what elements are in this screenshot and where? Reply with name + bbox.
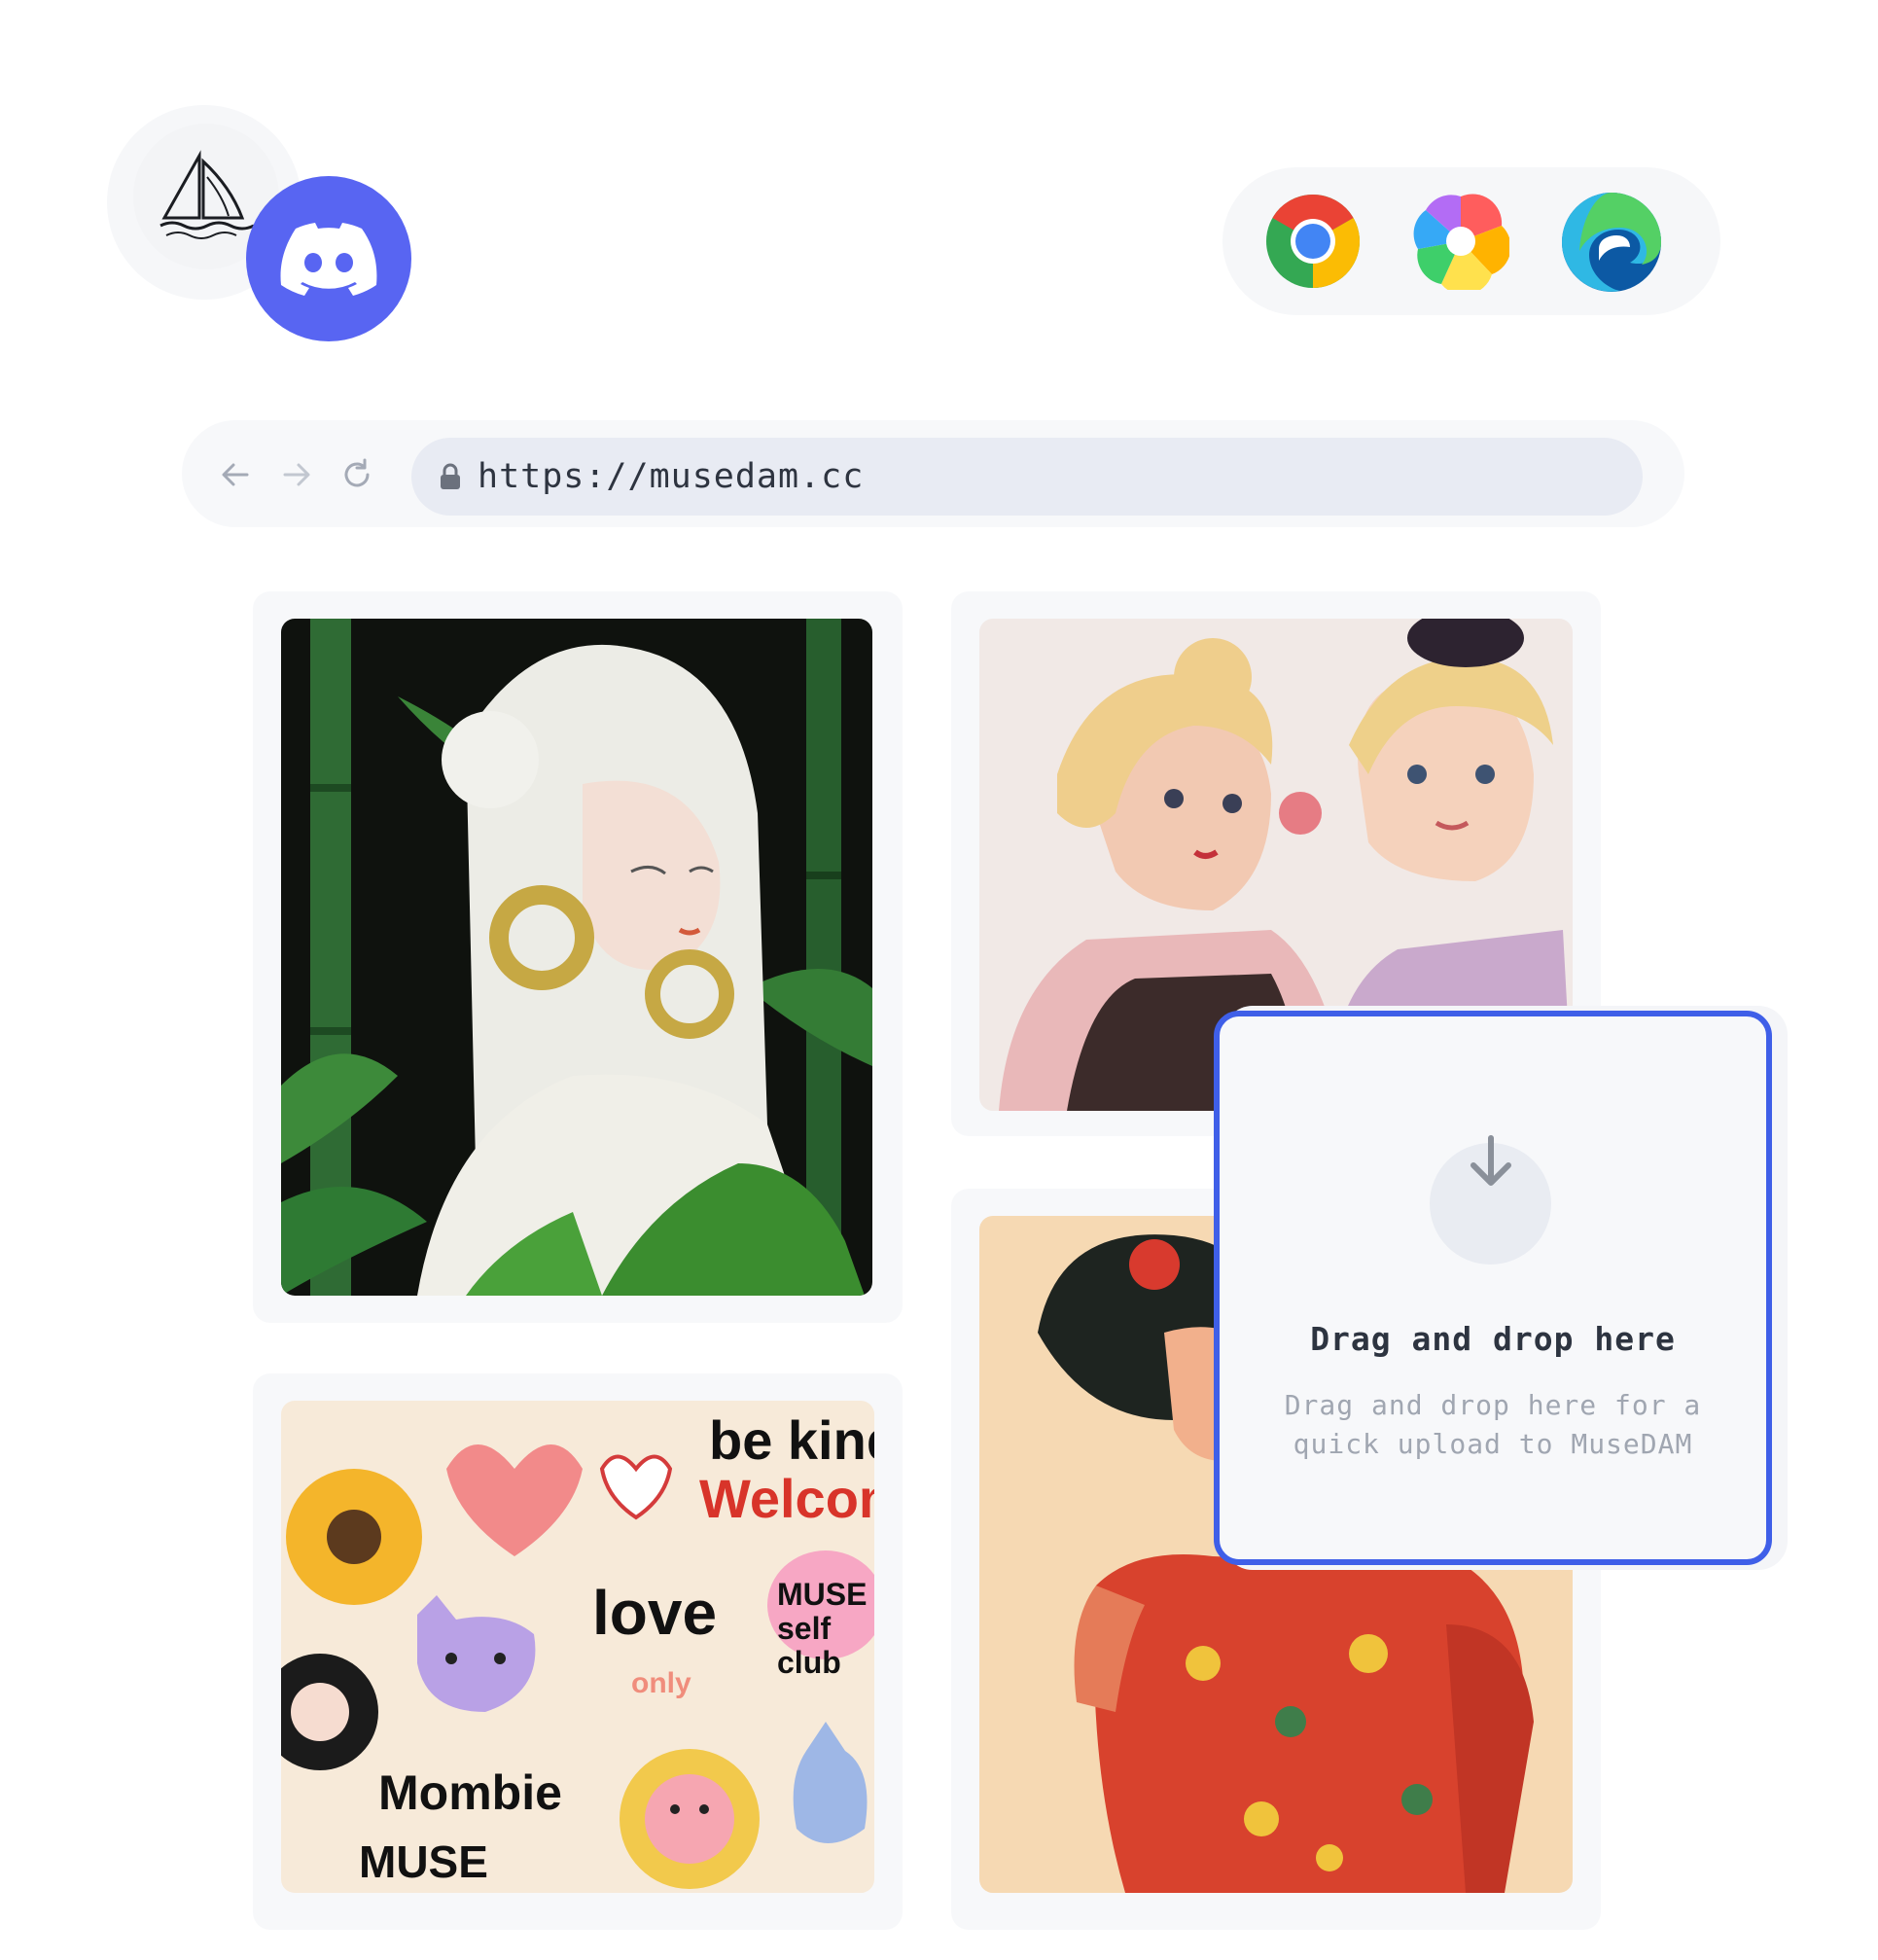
bamboo-woman-illustration	[281, 619, 872, 1296]
svg-text:MUSE: MUSE	[777, 1577, 867, 1612]
sailboat-icon	[159, 150, 255, 239]
discord-app[interactable]	[246, 176, 411, 341]
svg-text:be kind: be kind	[709, 1409, 874, 1471]
url-field[interactable]: https://musedam.cc	[411, 438, 1643, 516]
svg-text:love: love	[592, 1578, 717, 1648]
edge-browser[interactable]	[1560, 191, 1663, 294]
chrome-icon	[1266, 194, 1361, 288]
reload-button[interactable]	[339, 457, 374, 492]
svg-text:self: self	[777, 1611, 831, 1646]
back-button[interactable]	[218, 457, 253, 492]
svg-text:club: club	[777, 1645, 841, 1680]
drop-zone-title: Drag and drop here	[1310, 1320, 1676, 1358]
drop-zone-description: Drag and drop here for a quick upload to…	[1284, 1389, 1702, 1460]
edge-icon	[1562, 193, 1661, 292]
reload-icon	[344, 458, 370, 487]
svg-text:MUSE: MUSE	[359, 1836, 488, 1887]
arrow-right-icon	[283, 463, 310, 486]
url-text: https://musedam.cc	[478, 457, 865, 496]
arc-browser[interactable]	[1412, 193, 1511, 296]
download-arrow-icon	[1466, 1134, 1516, 1191]
lock-icon	[441, 463, 460, 489]
svg-text:only: only	[631, 1667, 691, 1699]
chrome-browser[interactable]	[1264, 193, 1362, 290]
drop-zone[interactable]	[1214, 1011, 1772, 1565]
sticker-collage-illustration: be kind Welcome MUSE self club love only…	[281, 1401, 874, 1893]
arrow-left-icon	[222, 463, 249, 486]
discord-icon	[280, 223, 377, 296]
arc-icon	[1413, 194, 1511, 296]
gallery-image-bamboo-woman[interactable]	[281, 619, 872, 1296]
gallery-image-sticker-collage[interactable]: be kind Welcome MUSE self club love only…	[281, 1401, 874, 1893]
forward-button[interactable]	[279, 457, 314, 492]
svg-text:Mombie: Mombie	[378, 1765, 562, 1820]
svg-text:Welcome: Welcome	[699, 1468, 874, 1529]
